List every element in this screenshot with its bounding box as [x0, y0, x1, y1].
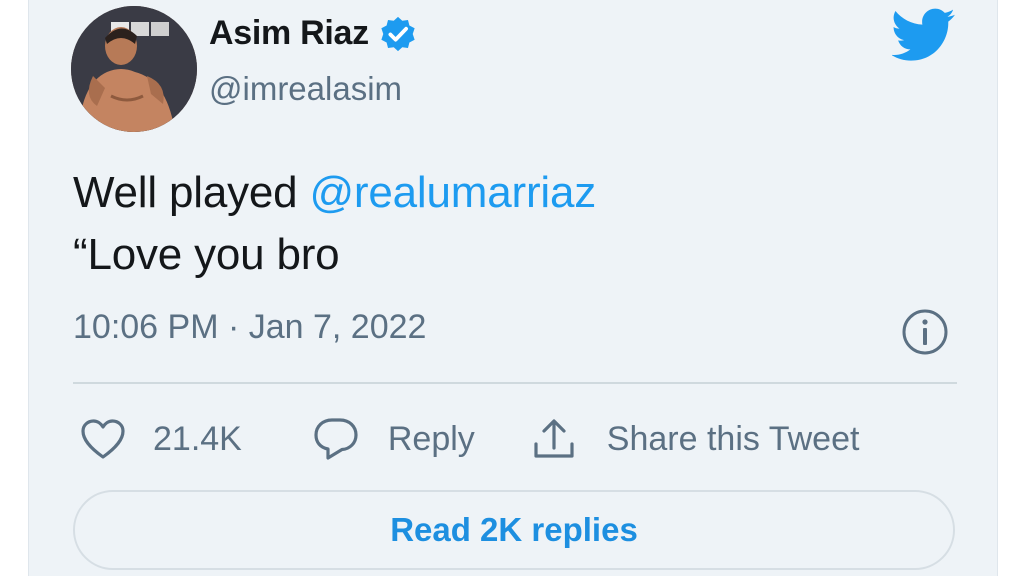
- tweet-line-1: Well played @realumarriaz: [73, 162, 596, 224]
- heart-icon: [81, 419, 125, 459]
- tweet-timestamp[interactable]: 10:06 PM · Jan 7, 2022: [73, 308, 426, 347]
- reply-bubble-icon: [314, 418, 358, 460]
- like-button[interactable]: 21.4K: [79, 417, 242, 461]
- mention-link[interactable]: @realumarriaz: [309, 168, 596, 217]
- share-label: Share this Tweet: [606, 419, 860, 458]
- info-icon[interactable]: [901, 308, 949, 356]
- tweet-text: Well played @realumarriaz “Love you bro: [73, 162, 596, 286]
- read-replies-button[interactable]: Read 2K replies: [73, 490, 955, 570]
- author-handle[interactable]: @imrealasim: [209, 70, 402, 108]
- tweet-text-prefix: Well played: [73, 168, 310, 217]
- avatar[interactable]: [71, 6, 197, 132]
- twitter-bird-icon[interactable]: [892, 8, 956, 62]
- author-display-name[interactable]: Asim Riaz: [209, 14, 369, 53]
- reply-button[interactable]: Reply: [242, 416, 475, 462]
- author-name-row: Asim Riaz: [209, 14, 417, 53]
- tweet-card: Asim Riaz @imrealasim Well played @realu…: [28, 0, 998, 576]
- tweet-line-2: “Love you bro: [73, 230, 340, 279]
- share-button[interactable]: Share this Tweet: [475, 416, 860, 462]
- share-icon: [534, 419, 574, 458]
- like-count: 21.4K: [153, 419, 242, 458]
- divider: [73, 382, 957, 384]
- verified-badge-icon: [381, 16, 415, 51]
- action-bar: 21.4K Reply Share this Tweet: [79, 410, 859, 468]
- reply-label: Reply: [387, 419, 475, 458]
- avatar-photo: [71, 6, 197, 132]
- page: Asim Riaz @imrealasim Well played @realu…: [0, 0, 1024, 576]
